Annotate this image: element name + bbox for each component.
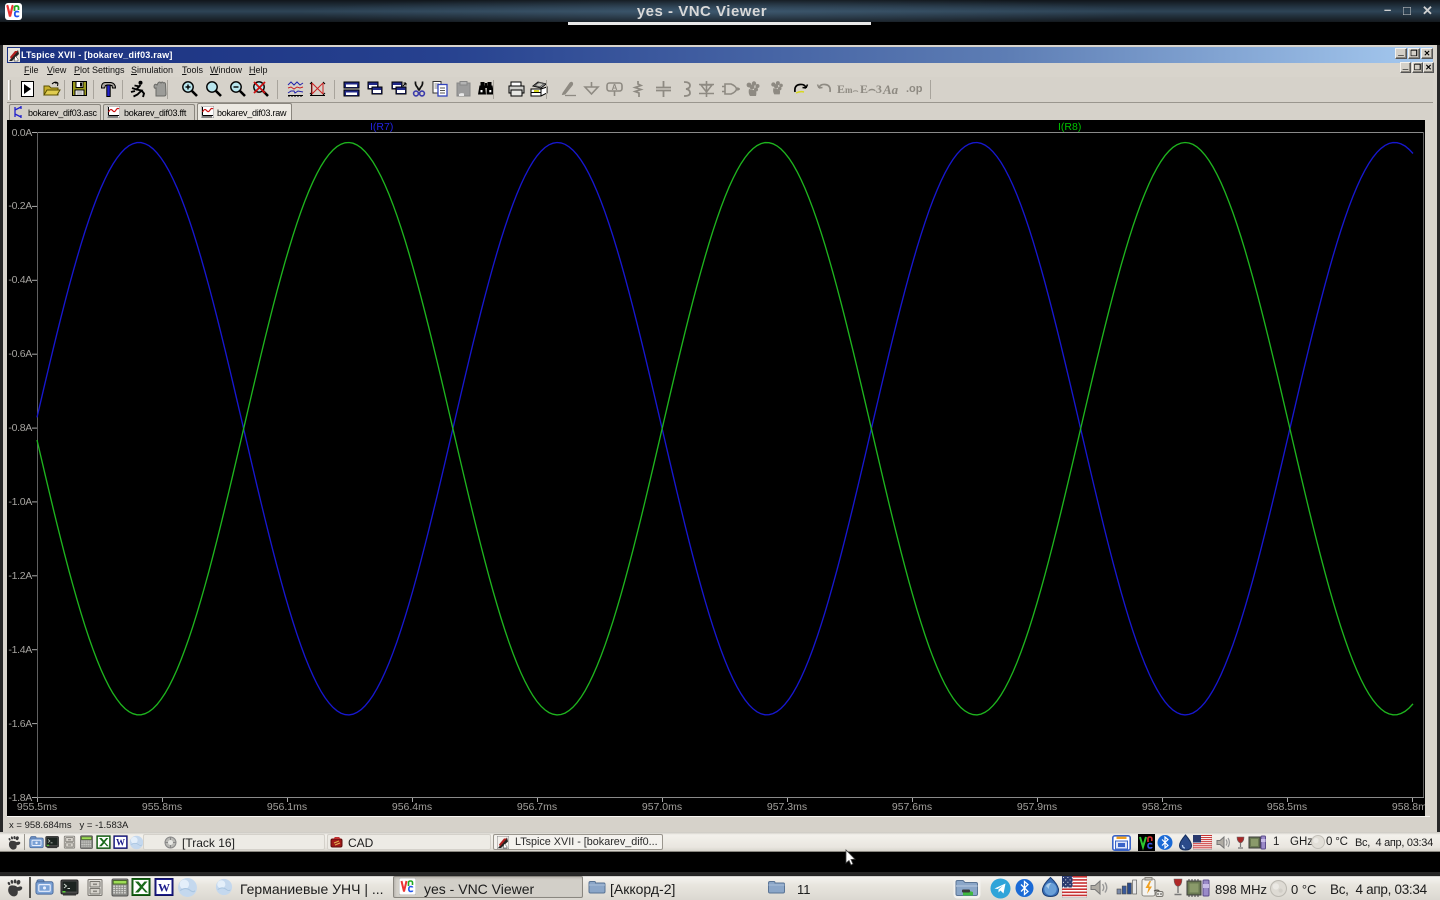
svg-text:A: A [612,83,618,92]
svg-text:W: W [158,881,170,895]
svg-text:W: W [116,838,125,848]
